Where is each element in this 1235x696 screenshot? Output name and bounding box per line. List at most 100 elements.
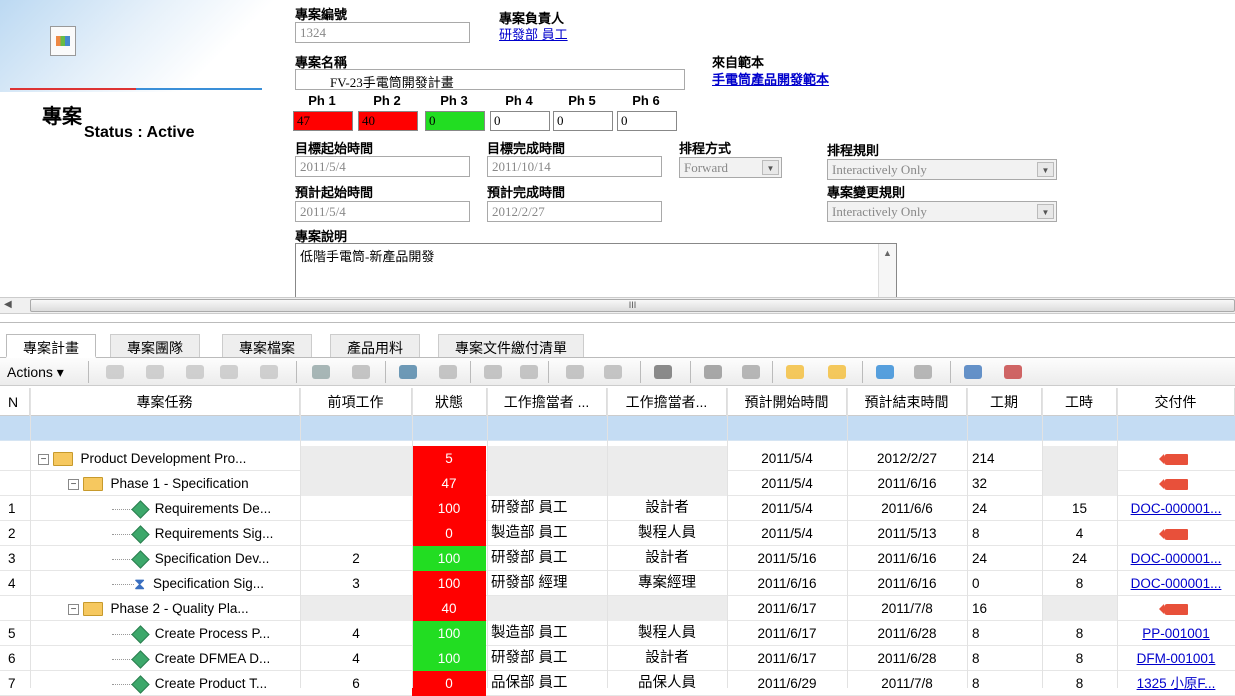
- scroll-left-icon[interactable]: ◀: [4, 299, 12, 310]
- column-header[interactable]: 狀態: [412, 388, 487, 416]
- scroll-thumb[interactable]: III: [30, 299, 1235, 312]
- deliverable-cell[interactable]: DOC-000001...: [1117, 571, 1235, 596]
- move-down-icon[interactable]: [602, 361, 622, 383]
- tab-project-plan[interactable]: 專案計畫: [6, 334, 96, 358]
- collapse-icon[interactable]: −: [68, 478, 79, 490]
- task-tree-cell[interactable]: − Product Development Pro...: [30, 446, 300, 471]
- phase-value[interactable]: 0: [490, 111, 550, 131]
- column-header[interactable]: N: [0, 388, 30, 416]
- gate-icon[interactable]: [184, 361, 204, 383]
- phase-value[interactable]: 0: [553, 111, 613, 131]
- column-header[interactable]: 工時: [1042, 388, 1117, 416]
- table-row[interactable]: 3 Specification Dev... 2 100 研發部 員工 設計者 2011/…: [0, 546, 1235, 571]
- phase-value[interactable]: 0: [617, 111, 677, 131]
- deliverable-tag-icon[interactable]: [1159, 478, 1188, 490]
- table-row[interactable]: − Phase 2 - Quality Pla... 40 2011/6/17 201…: [0, 596, 1235, 621]
- task-tree-cell[interactable]: Create DFMEA D...: [30, 646, 300, 671]
- indent-task-icon[interactable]: [104, 361, 124, 383]
- phase-value[interactable]: 0: [425, 111, 485, 131]
- project-no-field[interactable]: 1324: [295, 22, 470, 43]
- copy-icon[interactable]: [740, 361, 760, 383]
- template-link[interactable]: 手電筒產品開發範本: [712, 69, 829, 88]
- tab-deliverables-list[interactable]: 專案文件繳付清單: [438, 334, 584, 358]
- deliverable-cell[interactable]: DFM-001001: [1117, 646, 1235, 671]
- tab-project-team[interactable]: 專案團隊: [110, 334, 200, 358]
- column-header[interactable]: 工作擔當者 ...: [487, 388, 607, 416]
- indent-icon[interactable]: [518, 361, 538, 383]
- close-view-icon[interactable]: [350, 361, 370, 383]
- deliverable-cell[interactable]: [1117, 596, 1235, 621]
- task-tree-cell[interactable]: − Phase 1 - Specification: [30, 471, 300, 496]
- task-tree-cell[interactable]: − Phase 2 - Quality Pla...: [30, 596, 300, 621]
- zoom-out-icon[interactable]: [1002, 361, 1022, 383]
- folder-task-icon[interactable]: [258, 361, 278, 383]
- target-start-field[interactable]: 2011/5/4: [295, 156, 470, 177]
- milestone-icon[interactable]: [144, 361, 164, 383]
- est-start-field[interactable]: 2011/5/4: [295, 201, 470, 222]
- cut-icon[interactable]: [702, 361, 722, 383]
- table-row[interactable]: − Product Development Pro... 5 2011/5/4 201…: [0, 446, 1235, 471]
- column-header[interactable]: 交付件: [1117, 388, 1235, 416]
- deliverable-cell[interactable]: [1117, 446, 1235, 471]
- change-rule-select[interactable]: Interactively Only ▼: [827, 201, 1057, 222]
- deliverable-cell[interactable]: PP-001001: [1117, 621, 1235, 646]
- deliverable-cell[interactable]: [1117, 521, 1235, 546]
- tab-project-files[interactable]: 專案檔案: [222, 334, 312, 358]
- column-header[interactable]: 專案任務: [30, 388, 300, 416]
- phase-value[interactable]: 47: [293, 111, 353, 131]
- task-tree-cell[interactable]: Requirements De...: [30, 496, 300, 521]
- deliverable-tag-icon[interactable]: [1159, 528, 1188, 540]
- print-icon[interactable]: [652, 361, 672, 383]
- deliverable-tag-icon[interactable]: [1159, 453, 1188, 465]
- task-tree-cell[interactable]: Create Process P...: [30, 621, 300, 646]
- description-textarea[interactable]: 低階手電筒-新產品開發 ▲: [295, 243, 897, 297]
- schedule-mode-select[interactable]: Forward ▼: [679, 157, 782, 178]
- table-row[interactable]: 1 Requirements De... 100 研發部 員工 設計者 2011/5/4…: [0, 496, 1235, 521]
- task-tree-cell[interactable]: Specification Dev...: [30, 546, 300, 571]
- table-row[interactable]: 4 ⧗ Specification Sig... 3 100 研發部 經理 專案經理 201…: [0, 571, 1235, 596]
- deliverable-link[interactable]: PP-001001: [1142, 626, 1210, 641]
- deliverable-link[interactable]: 1325 小原F...: [1137, 676, 1216, 691]
- deliverable-cell[interactable]: DOC-000001...: [1117, 496, 1235, 521]
- table-row[interactable]: 7 Create Product T... 6 0 品保部 員工 品保人員 2011/6/…: [0, 671, 1235, 696]
- deliverable-link[interactable]: DOC-000001...: [1131, 551, 1222, 566]
- folder-icon[interactable]: [826, 361, 846, 383]
- schedule-rule-select[interactable]: Interactively Only ▼: [827, 159, 1057, 180]
- task-tree-cell[interactable]: Requirements Sig...: [30, 521, 300, 546]
- deliverable-cell[interactable]: DOC-000001...: [1117, 546, 1235, 571]
- horizontal-scrollbar[interactable]: ◀ III: [0, 297, 1235, 314]
- table-row[interactable]: 5 Create Process P... 4 100 製造部 員工 製程人員 2011/…: [0, 621, 1235, 646]
- deliverable-link[interactable]: DOC-000001...: [1131, 576, 1222, 591]
- textarea-scrollbar[interactable]: ▲: [878, 244, 896, 297]
- view-icon[interactable]: [310, 361, 330, 383]
- est-end-field[interactable]: 2012/2/27: [487, 201, 662, 222]
- table-row[interactable]: 6 Create DFMEA D... 4 100 研發部 員工 設計者 2011/6/1…: [0, 646, 1235, 671]
- deliverable-tag-icon[interactable]: [1159, 603, 1188, 615]
- zoom-in-icon[interactable]: [962, 361, 982, 383]
- column-header[interactable]: 預計開始時間: [727, 388, 847, 416]
- list-icon[interactable]: [874, 361, 894, 383]
- deliverable-cell[interactable]: [1117, 471, 1235, 496]
- check-icon[interactable]: [437, 361, 457, 383]
- outdent-icon[interactable]: [482, 361, 502, 383]
- project-name-field[interactable]: FV-23手電筒開發計畫: [295, 69, 685, 90]
- actions-menu[interactable]: Actions ▾: [7, 364, 64, 381]
- deliverable-cell[interactable]: 1325 小原F...: [1117, 671, 1235, 696]
- calendar-icon[interactable]: [397, 361, 417, 383]
- tab-product-bom[interactable]: 產品用料: [330, 334, 420, 358]
- collapse-icon[interactable]: −: [38, 453, 49, 465]
- column-header[interactable]: 前項工作: [300, 388, 412, 416]
- summary-icon[interactable]: [218, 361, 238, 383]
- duplicate-icon[interactable]: [912, 361, 932, 383]
- task-tree-cell[interactable]: Create Product T...: [30, 671, 300, 696]
- table-row[interactable]: 2 Requirements Sig... 0 製造部 員工 製程人員 2011/5/4…: [0, 521, 1235, 546]
- deliverable-link[interactable]: DOC-000001...: [1131, 501, 1222, 516]
- column-header[interactable]: 工期: [967, 388, 1042, 416]
- owner-link[interactable]: 研發部 員工: [499, 24, 568, 43]
- table-row[interactable]: − Phase 1 - Specification 47 2011/5/4 2011/…: [0, 471, 1235, 496]
- collapse-icon[interactable]: −: [68, 603, 79, 615]
- deliverable-link[interactable]: DFM-001001: [1137, 651, 1216, 666]
- task-tree-cell[interactable]: ⧗ Specification Sig...: [30, 571, 300, 596]
- move-up-icon[interactable]: [564, 361, 584, 383]
- column-header[interactable]: 工作擔當者...: [607, 388, 727, 416]
